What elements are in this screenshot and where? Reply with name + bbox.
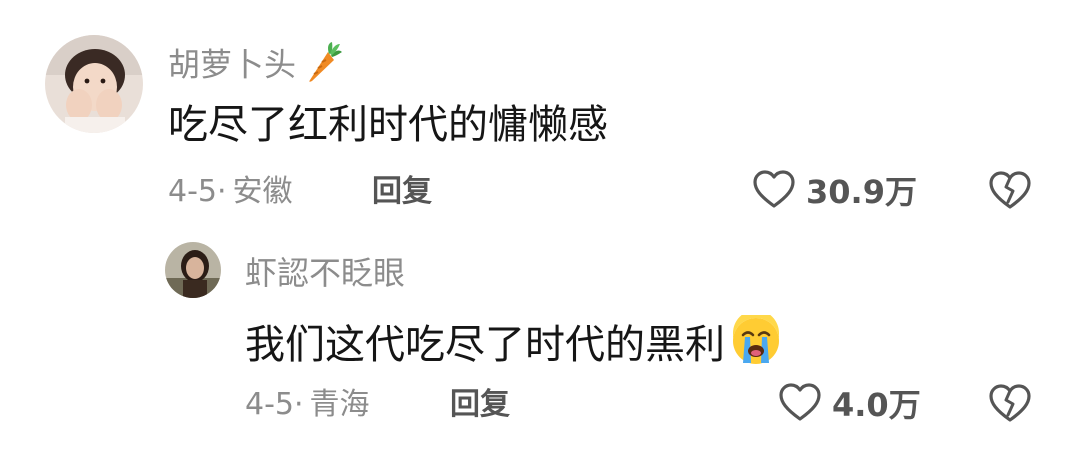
comment-thread: 胡萝卜头 吃尽了红利时代的慵懒感 4-5· 安徽 回复 30.9万 虾認不眨眼 … xyxy=(0,0,1080,449)
avatar[interactable] xyxy=(45,35,143,133)
comment-username[interactable]: 虾認不眨眼 xyxy=(245,253,405,293)
comment-location: 安徽 xyxy=(232,174,293,209)
like-button[interactable]: 30.9万 xyxy=(752,170,917,214)
dislike-button[interactable] xyxy=(988,170,1032,216)
comment-meta: 4-5· 青海 xyxy=(245,385,370,425)
carrot-icon xyxy=(302,40,343,93)
comment-text: 吃尽了红利时代的慵懒感 xyxy=(168,102,608,148)
comment-date: 4-5 xyxy=(168,174,217,209)
like-button[interactable]: 4.0万 xyxy=(778,383,921,427)
reply-button[interactable]: 回复 xyxy=(450,385,510,425)
crying-face-icon xyxy=(729,310,783,379)
meta-separator: · xyxy=(294,387,304,422)
broken-heart-icon xyxy=(988,171,1032,216)
reply-button[interactable]: 回复 xyxy=(372,172,432,212)
comment-username[interactable]: 胡萝卜头 xyxy=(168,40,343,93)
dislike-button[interactable] xyxy=(988,383,1032,429)
like-count: 4.0万 xyxy=(832,386,921,424)
heart-icon xyxy=(752,170,796,214)
avatar[interactable] xyxy=(165,242,221,298)
broken-heart-icon xyxy=(988,384,1032,429)
comment-location: 青海 xyxy=(309,387,370,422)
meta-separator: · xyxy=(217,174,227,209)
comment-item: 胡萝卜头 吃尽了红利时代的慵懒感 4-5· 安徽 回复 30.9万 xyxy=(0,0,1080,225)
comment-date: 4-5 xyxy=(245,387,294,422)
like-count: 30.9万 xyxy=(806,173,917,211)
reply-comment-item: 虾認不眨眼 我们这代吃尽了时代的黑利 4-5· 青海 回复 4.0万 xyxy=(0,225,1080,449)
comment-meta: 4-5· 安徽 xyxy=(168,172,293,212)
comment-text: 我们这代吃尽了时代的黑利 xyxy=(245,310,783,379)
heart-icon xyxy=(778,383,822,427)
